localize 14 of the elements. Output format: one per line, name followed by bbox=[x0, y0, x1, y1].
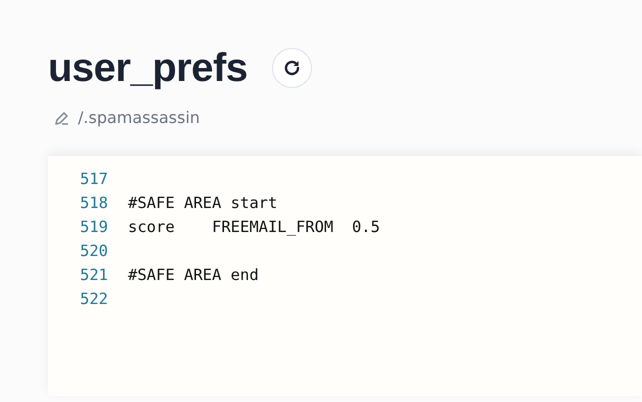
line-number: 521 bbox=[80, 266, 108, 284]
code-line: #SAFE AREA end bbox=[128, 265, 259, 286]
line-number: 520 bbox=[80, 242, 108, 260]
line-number: 519 bbox=[80, 218, 108, 236]
line-number: 517 bbox=[80, 170, 108, 188]
edit-icon bbox=[54, 110, 70, 126]
code-line: score FREEMAIL_FROM 0.5 bbox=[128, 217, 380, 238]
code-editor[interactable]: 517 518 #SAFE AREA start 519 score FREEMAIL_FROM 0.5 520 521 #SAFE AREA end 522 bbox=[48, 156, 642, 396]
line-number: 522 bbox=[80, 290, 108, 308]
line-number: 518 bbox=[80, 194, 108, 212]
file-path: /.spamassassin bbox=[78, 107, 200, 129]
page-title: user_prefs bbox=[48, 48, 248, 88]
code-line: #SAFE AREA start bbox=[128, 193, 278, 214]
refresh-button[interactable] bbox=[272, 48, 312, 88]
